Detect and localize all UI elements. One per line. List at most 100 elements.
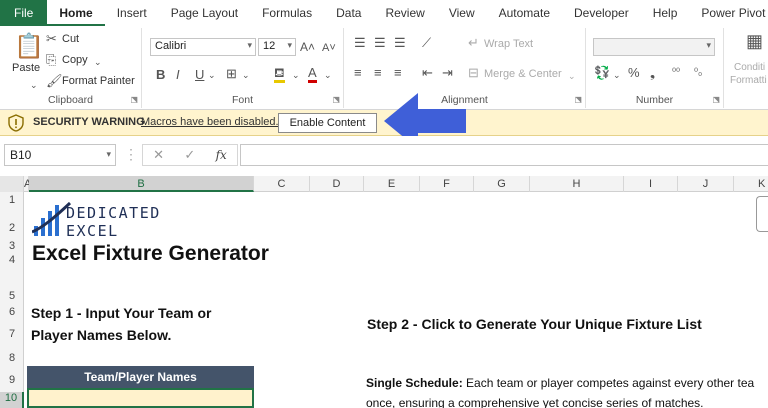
merge-icon[interactable]: ⊟ [468, 66, 479, 80]
font-group: Calibri ▾ 12 ▾ A˄ A˅ B I U ⌄ ⊞ ⌄ ⛾ ⌄ A ⌄… [142, 28, 344, 108]
column-header-b[interactable]: B [29, 176, 254, 192]
row-header-5[interactable]: 5 [0, 290, 24, 302]
italic-icon[interactable]: I [176, 68, 180, 82]
percent-icon[interactable]: % [628, 66, 640, 80]
font-size-value: 12 [263, 40, 276, 52]
conditional-formatting-icon[interactable]: ▦ [746, 32, 763, 50]
bold-icon[interactable]: B [156, 68, 165, 82]
tab-insert[interactable]: Insert [105, 0, 159, 26]
macros-disabled-link[interactable]: Macros have been disabled. [141, 116, 279, 128]
column-header-f[interactable]: F [420, 176, 474, 192]
column-headers: A B C D E F G H I J K [0, 176, 768, 192]
chevron-down-icon[interactable]: ⌄ [292, 68, 300, 82]
conditional-formatting-label-2[interactable]: Formatti [730, 75, 767, 86]
font-size-select[interactable]: 12 ▾ [258, 38, 296, 56]
row-header-3[interactable]: 3 [0, 240, 24, 252]
increase-decimal-icon[interactable]: ⁰⁰ [672, 66, 680, 80]
underline-icon[interactable]: U [195, 68, 204, 82]
conditional-formatting-label-1[interactable]: Conditi [734, 62, 765, 73]
dialog-launcher-icon[interactable]: ⬔ [712, 95, 720, 104]
format-painter-button[interactable]: Format Painter [62, 75, 135, 87]
paste-button[interactable]: Paste [12, 62, 40, 74]
decrease-decimal-icon[interactable]: ⁰₀ [694, 66, 702, 80]
formula-input[interactable] [240, 144, 768, 166]
wrap-text-icon[interactable]: ↵ [468, 36, 479, 50]
tab-file[interactable]: File [0, 0, 48, 26]
orientation-icon[interactable]: ⟋ [422, 36, 431, 50]
chevron-down-icon[interactable]: ⌄ [94, 55, 102, 69]
font-color-icon[interactable]: A [308, 66, 317, 83]
shrink-font-icon[interactable]: A˅ [322, 41, 336, 55]
borders-icon[interactable]: ⊞ [226, 67, 237, 81]
tab-home[interactable]: Home [47, 0, 105, 26]
copy-button[interactable]: Copy [62, 54, 88, 66]
column-header-g[interactable]: G [474, 176, 530, 192]
grow-font-icon[interactable]: A˄ [300, 40, 315, 54]
name-box-value: B10 [10, 148, 32, 162]
align-bottom-icon[interactable]: ☰ [394, 36, 406, 50]
align-middle-icon[interactable]: ☰ [374, 36, 386, 50]
tab-help[interactable]: Help [641, 0, 690, 26]
name-box[interactable]: B10 ▾ [4, 144, 116, 166]
row-header-6[interactable]: 6 [0, 306, 24, 318]
tab-view[interactable]: View [437, 0, 487, 26]
align-center-icon[interactable]: ≡ [374, 66, 382, 80]
single-schedule-line2: once, ensuring a comprehensive yet conci… [366, 396, 704, 408]
column-header-i[interactable]: I [624, 176, 678, 192]
enable-content-button[interactable]: Enable Content [278, 113, 377, 133]
row-header-7[interactable]: 7 [0, 328, 24, 340]
number-format-select[interactable]: ▾ [593, 38, 715, 56]
tab-developer[interactable]: Developer [562, 0, 641, 26]
chevron-down-icon[interactable]: ⌄ [613, 68, 621, 82]
chevron-down-icon[interactable]: ⌄ [30, 78, 38, 92]
select-all-corner[interactable] [0, 176, 24, 192]
column-header-e[interactable]: E [364, 176, 420, 192]
font-name-select[interactable]: Calibri ▾ [150, 38, 256, 56]
dialog-launcher-icon[interactable]: ⬔ [574, 95, 582, 104]
increase-indent-icon[interactable]: ⇥ [442, 66, 453, 80]
column-header-j[interactable]: J [678, 176, 734, 192]
column-header-c[interactable]: C [254, 176, 310, 192]
comma-style-icon[interactable]: ❟ [650, 66, 655, 80]
chevron-down-icon[interactable]: ⌄ [568, 69, 576, 83]
selected-cell-b10[interactable] [27, 388, 254, 408]
fill-color-icon[interactable]: ⛾ [274, 66, 285, 83]
tab-formulas[interactable]: Formulas [250, 0, 324, 26]
row-header-9[interactable]: 9 [0, 374, 24, 386]
align-right-icon[interactable]: ≡ [394, 66, 402, 80]
worksheet[interactable]: DEDICATED EXCEL Excel Fixture Generator … [24, 192, 768, 408]
chevron-down-icon[interactable]: ⌄ [242, 68, 250, 82]
column-header-h[interactable]: H [530, 176, 624, 192]
row-header-8[interactable]: 8 [0, 352, 24, 364]
logo-text-excel: EXCEL [66, 222, 119, 240]
column-header-d[interactable]: D [310, 176, 364, 192]
scroll-handle[interactable] [756, 196, 768, 232]
align-top-icon[interactable]: ☰ [354, 36, 366, 50]
tab-automate[interactable]: Automate [487, 0, 562, 26]
column-header-k[interactable]: K [734, 176, 768, 192]
font-name-value: Calibri [155, 40, 187, 52]
tab-review[interactable]: Review [373, 0, 436, 26]
tab-data[interactable]: Data [324, 0, 373, 26]
chevron-down-icon[interactable]: ⌄ [208, 68, 216, 82]
single-schedule-line1: Each team or player competes against eve… [462, 376, 755, 390]
tab-power-pivot[interactable]: Power Pivot [689, 0, 768, 26]
cut-button[interactable]: Cut [62, 33, 79, 45]
dialog-launcher-icon[interactable]: ⬔ [130, 95, 138, 104]
insert-function-icon[interactable]: fx [216, 148, 227, 162]
align-left-icon[interactable]: ≡ [354, 66, 362, 80]
tab-page-layout[interactable]: Page Layout [159, 0, 250, 26]
enter-check-icon[interactable]: ✓ [184, 147, 195, 163]
row-header-2[interactable]: 2 [0, 222, 24, 234]
paste-icon[interactable]: 📋 [14, 34, 44, 60]
dialog-launcher-icon[interactable]: ⬔ [332, 95, 340, 104]
decrease-indent-icon[interactable]: ⇤ [422, 66, 433, 80]
merge-center-button[interactable]: Merge & Center [484, 68, 562, 80]
cancel-icon[interactable]: ✕ [153, 147, 164, 163]
row-header-10[interactable]: 10 [0, 392, 24, 408]
row-header-1[interactable]: 1 [0, 194, 24, 206]
wrap-text-button[interactable]: Wrap Text [484, 38, 533, 50]
row-header-4[interactable]: 4 [0, 254, 24, 266]
chevron-down-icon[interactable]: ⌄ [324, 68, 332, 82]
accounting-format-icon[interactable]: 💱 [594, 66, 610, 80]
